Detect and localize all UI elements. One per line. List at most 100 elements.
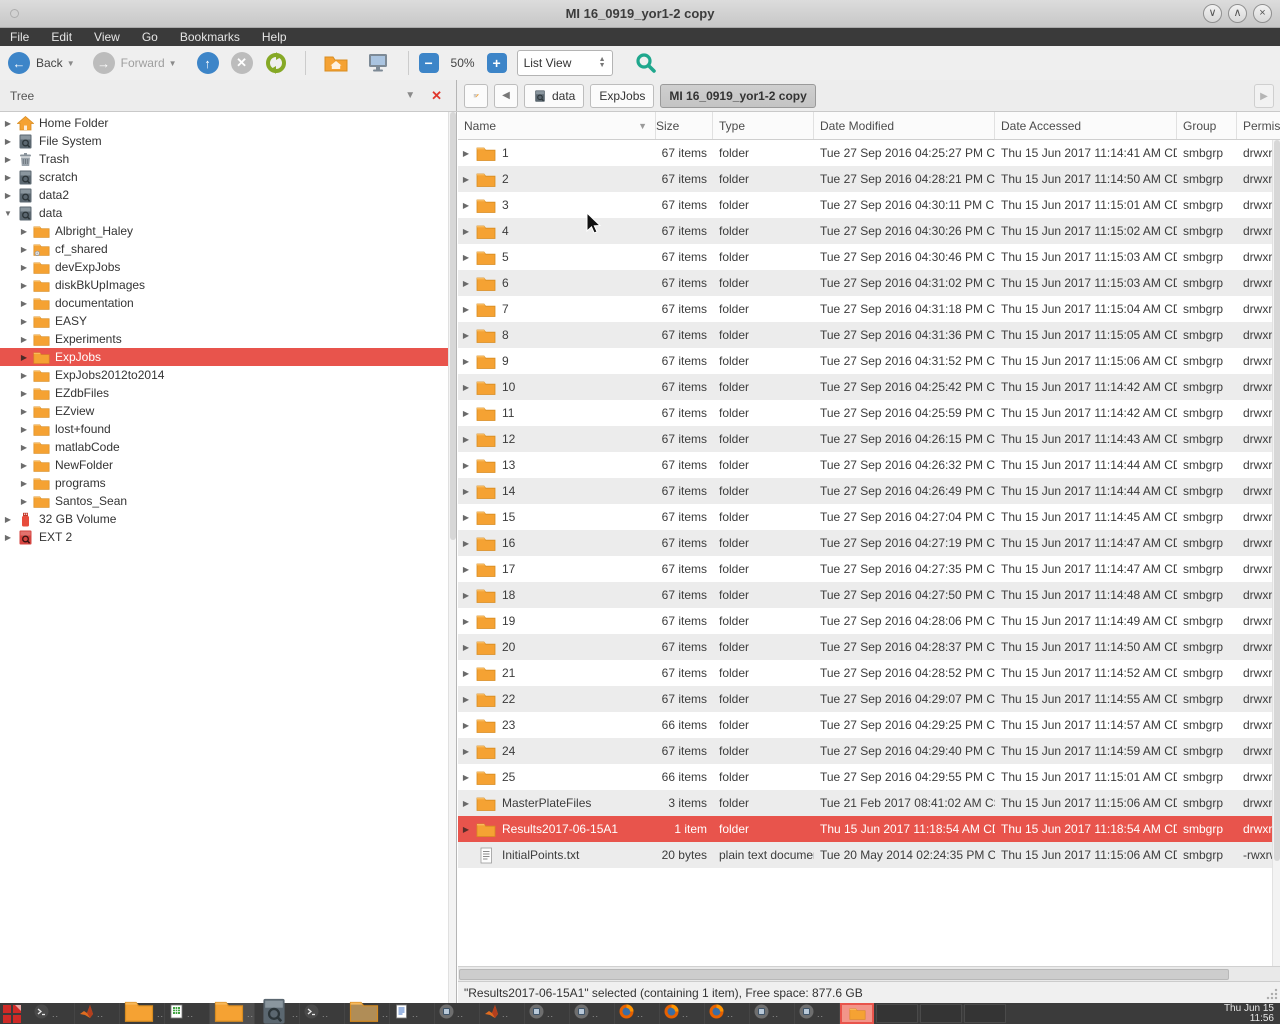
expand-icon[interactable]: ▶ (2, 137, 14, 146)
taskbar-window-folder-4[interactable]: .. (210, 1003, 255, 1024)
taskbar-window-doc-8[interactable]: .. (390, 1003, 435, 1024)
view-mode-select[interactable]: List View ▲▼ (517, 50, 613, 76)
search-icon[interactable] (635, 52, 657, 74)
collapse-icon[interactable]: ▼ (2, 209, 14, 218)
sidebar-item-experiments[interactable]: ▶Experiments (0, 330, 456, 348)
taskbar-window-matlab-1[interactable]: .. (75, 1003, 120, 1024)
expand-icon[interactable]: ▶ (458, 513, 474, 522)
expand-icon[interactable]: ▶ (2, 173, 14, 182)
file-row-initialpoints-txt[interactable]: InitialPoints.txt20 bytesplain text docu… (458, 842, 1280, 868)
expand-icon[interactable]: ▶ (458, 773, 474, 782)
taskbar-window-app-16[interactable]: .. (750, 1003, 795, 1024)
back-history-dropdown[interactable]: ▼ (67, 59, 75, 68)
expand-icon[interactable]: ▶ (2, 533, 14, 542)
expand-icon[interactable]: ▶ (458, 669, 474, 678)
sidebar-item-newfolder[interactable]: ▶NewFolder (0, 456, 456, 474)
expand-icon[interactable]: ▶ (18, 371, 30, 380)
file-row-21[interactable]: ▶2167 itemsfolderTue 27 Sep 2016 04:28:5… (458, 660, 1280, 686)
expand-icon[interactable]: ▶ (458, 721, 474, 730)
file-row-8[interactable]: ▶867 itemsfolderTue 27 Sep 2016 04:31:36… (458, 322, 1280, 348)
edit-location-button[interactable] (464, 84, 488, 108)
zoom-in-icon[interactable]: + (487, 53, 507, 73)
taskbar-window-firefox-14[interactable]: .. (660, 1003, 705, 1024)
expand-icon[interactable]: ▶ (458, 825, 474, 834)
stop-button[interactable]: ✕ (231, 52, 253, 74)
expand-icon[interactable]: ▶ (18, 335, 30, 344)
taskbar-window-app-11[interactable]: .. (525, 1003, 570, 1024)
file-row-10[interactable]: ▶1067 itemsfolderTue 27 Sep 2016 04:25:4… (458, 374, 1280, 400)
menu-help[interactable]: Help (262, 30, 287, 44)
taskbar-window-app-12[interactable]: .. (570, 1003, 615, 1024)
refresh-button[interactable] (265, 52, 287, 74)
taskbar-window-calc-3[interactable]: .. (165, 1003, 210, 1024)
expand-icon[interactable]: ▶ (458, 617, 474, 626)
menu-file[interactable]: File (10, 30, 29, 44)
taskbar-active-window[interactable] (840, 1003, 874, 1024)
path-button-data[interactable]: data (524, 84, 584, 108)
sidebar-item-cf-shared[interactable]: ▶cf_shared (0, 240, 456, 258)
column-header-date-accessed[interactable]: Date Accessed (995, 112, 1177, 139)
expand-icon[interactable]: ▶ (458, 279, 474, 288)
sidebar-item-home-folder[interactable]: ▶Home Folder (0, 114, 456, 132)
file-row-22[interactable]: ▶2267 itemsfolderTue 27 Sep 2016 04:29:0… (458, 686, 1280, 712)
expand-icon[interactable]: ▶ (458, 357, 474, 366)
file-row-4[interactable]: ▶467 itemsfolderTue 27 Sep 2016 04:30:26… (458, 218, 1280, 244)
home-button[interactable] (324, 53, 348, 73)
file-row-results2017-06-15a1[interactable]: ▶Results2017-06-15A11 itemfolderThu 15 J… (458, 816, 1280, 842)
sidebar-item-easy[interactable]: ▶EASY (0, 312, 456, 330)
menu-view[interactable]: View (94, 30, 120, 44)
path-scroll-right-button[interactable]: ▶ (1254, 84, 1274, 108)
file-row-25[interactable]: ▶2566 itemsfolderTue 27 Sep 2016 04:29:5… (458, 764, 1280, 790)
expand-icon[interactable]: ▶ (18, 389, 30, 398)
menu-bookmarks[interactable]: Bookmarks (180, 30, 240, 44)
sidebar-item-expjobs2012to2014[interactable]: ▶ExpJobs2012to2014 (0, 366, 456, 384)
column-header-group[interactable]: Group (1177, 112, 1237, 139)
file-row-24[interactable]: ▶2467 itemsfolderTue 27 Sep 2016 04:29:4… (458, 738, 1280, 764)
sidebar-item-ext-2[interactable]: ▶EXT 2 (0, 528, 456, 546)
sidebar-item-trash[interactable]: ▶Trash (0, 150, 456, 168)
expand-icon[interactable]: ▶ (18, 497, 30, 506)
taskbar-window-folder-brown-7[interactable]: .. (345, 1003, 390, 1024)
expand-icon[interactable]: ▶ (458, 305, 474, 314)
taskbar-window-firefox-13[interactable]: .. (615, 1003, 660, 1024)
expand-icon[interactable]: ▶ (18, 281, 30, 290)
expand-icon[interactable]: ▶ (458, 461, 474, 470)
taskbar-window-app-17[interactable]: .. (795, 1003, 840, 1024)
sidebar-item-diskbkupimages[interactable]: ▶diskBkUpImages (0, 276, 456, 294)
sidebar-item-devexpjobs[interactable]: ▶devExpJobs (0, 258, 456, 276)
expand-icon[interactable]: ▶ (18, 245, 30, 254)
taskbar-window-terminal-0[interactable]: .. (30, 1003, 75, 1024)
column-header-name[interactable]: Name▼ (458, 112, 656, 139)
expand-icon[interactable]: ▶ (18, 299, 30, 308)
expand-icon[interactable]: ▶ (458, 149, 474, 158)
file-row-1[interactable]: ▶167 itemsfolderTue 27 Sep 2016 04:25:27… (458, 140, 1280, 166)
taskbar-window-matlab-10[interactable]: .. (480, 1003, 525, 1024)
expand-icon[interactable]: ▶ (18, 353, 30, 362)
expand-icon[interactable]: ▶ (458, 487, 474, 496)
sidebar-item-documentation[interactable]: ▶documentation (0, 294, 456, 312)
taskbar-window-terminal-6[interactable]: .. (300, 1003, 345, 1024)
expand-icon[interactable]: ▶ (458, 539, 474, 548)
menu-edit[interactable]: Edit (51, 30, 72, 44)
expand-icon[interactable]: ▶ (458, 331, 474, 340)
maximize-button[interactable]: ∧ (1228, 4, 1247, 23)
file-row-13[interactable]: ▶1367 itemsfolderTue 27 Sep 2016 04:26:3… (458, 452, 1280, 478)
file-row-19[interactable]: ▶1967 itemsfolderTue 27 Sep 2016 04:28:0… (458, 608, 1280, 634)
back-button[interactable]: ← Back ▼ (8, 52, 85, 74)
side-pane-dropdown-icon[interactable]: ▼ (405, 90, 415, 101)
path-button-current[interactable]: MI 16_0919_yor1-2 copy (660, 84, 815, 108)
file-row-9[interactable]: ▶967 itemsfolderTue 27 Sep 2016 04:31:52… (458, 348, 1280, 374)
file-row-17[interactable]: ▶1767 itemsfolderTue 27 Sep 2016 04:27:3… (458, 556, 1280, 582)
file-row-5[interactable]: ▶567 itemsfolderTue 27 Sep 2016 04:30:46… (458, 244, 1280, 270)
expand-icon[interactable]: ▶ (458, 643, 474, 652)
menu-go[interactable]: Go (142, 30, 158, 44)
file-row-11[interactable]: ▶1167 itemsfolderTue 27 Sep 2016 04:25:5… (458, 400, 1280, 426)
file-row-14[interactable]: ▶1467 itemsfolderTue 27 Sep 2016 04:26:4… (458, 478, 1280, 504)
file-row-16[interactable]: ▶1667 itemsfolderTue 27 Sep 2016 04:27:1… (458, 530, 1280, 556)
expand-icon[interactable]: ▶ (458, 175, 474, 184)
expand-icon[interactable]: ▶ (18, 227, 30, 236)
expand-icon[interactable]: ▶ (2, 119, 14, 128)
list-vertical-scrollbar[interactable] (1272, 140, 1280, 978)
file-row-15[interactable]: ▶1567 itemsfolderTue 27 Sep 2016 04:27:0… (458, 504, 1280, 530)
expand-icon[interactable]: ▶ (18, 263, 30, 272)
